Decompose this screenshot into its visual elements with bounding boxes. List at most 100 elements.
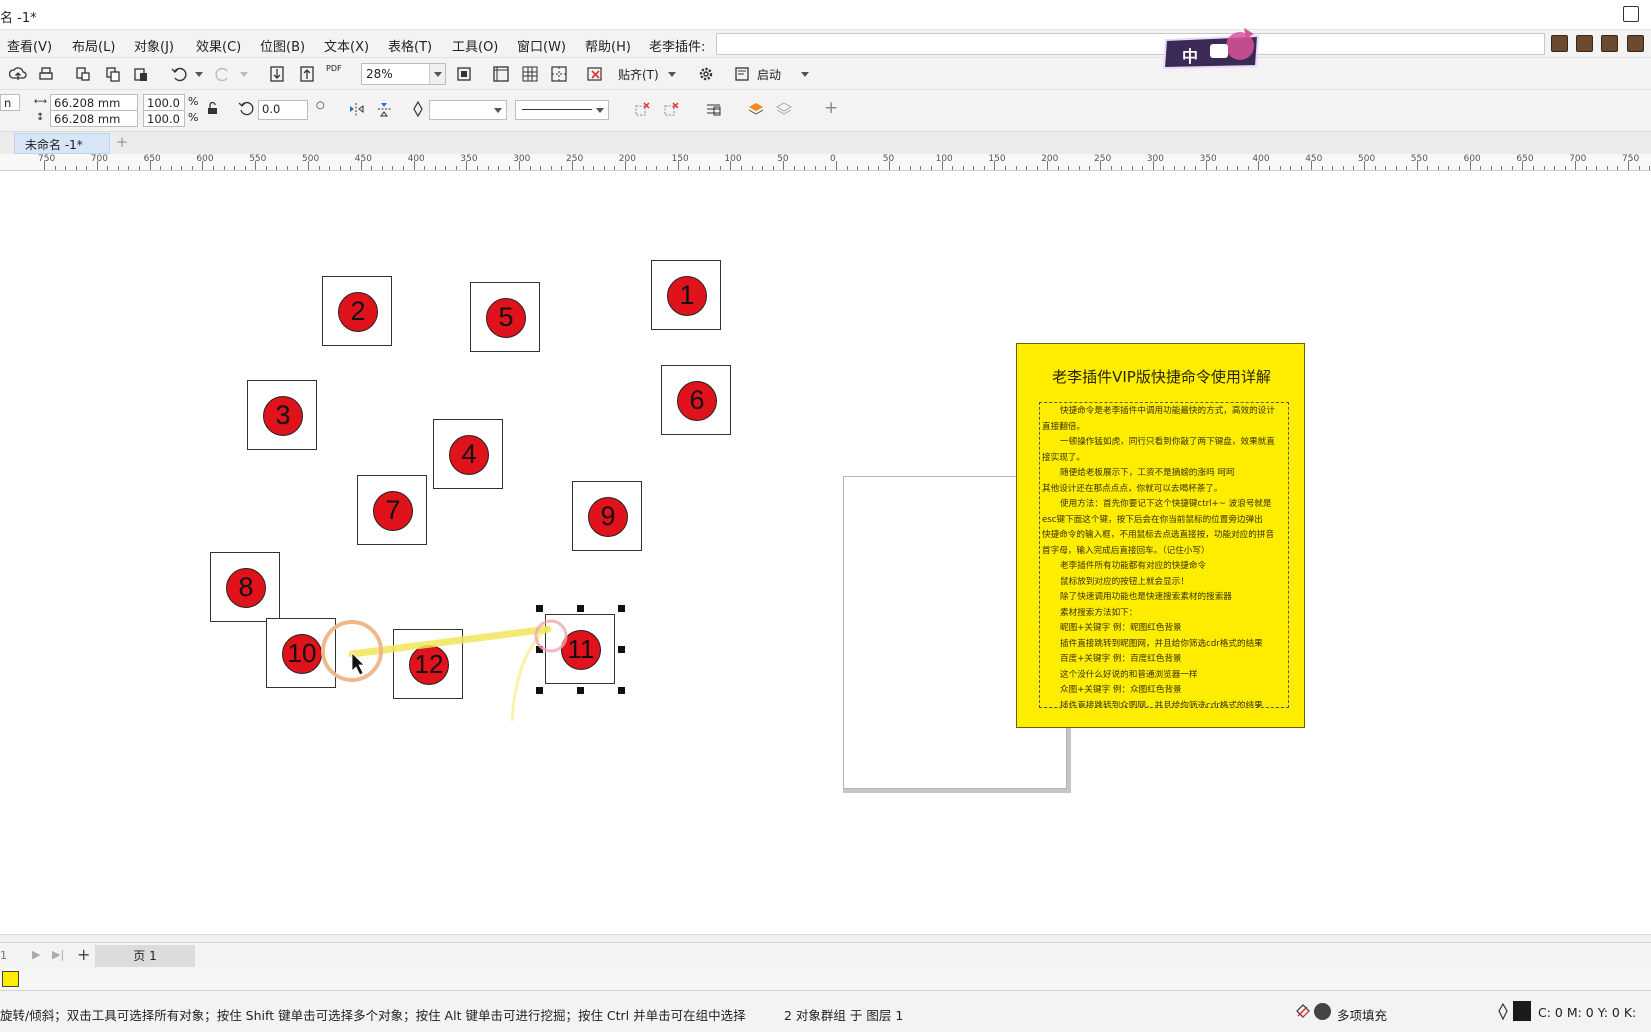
mirror-horizontal-icon[interactable] <box>348 101 365 118</box>
cut-icon[interactable] <box>74 65 92 83</box>
ruler-minor-tick <box>561 166 563 170</box>
drawing-canvas[interactable]: 1 2 3 4 5 6 7 8 9 10 11 12 老李插件VIP版快捷命令使… <box>0 171 1651 934</box>
outline-color-swatch[interactable] <box>1513 1001 1531 1021</box>
redo-icon[interactable] <box>214 65 232 83</box>
paste-icon[interactable] <box>132 65 150 83</box>
new-document-tab-icon[interactable]: + <box>113 135 131 152</box>
object-height-field[interactable]: 66.208 mm <box>50 110 138 127</box>
menu-window[interactable]: 窗口(W) <box>517 36 566 55</box>
page-tab-1[interactable]: 页 1 <box>95 945 195 967</box>
plugin-tool-icon-3[interactable] <box>1601 35 1618 52</box>
show-grid-icon[interactable] <box>521 65 539 83</box>
object-x-field[interactable]: n <box>0 94 20 111</box>
ruler-minor-tick <box>1184 166 1186 170</box>
ruler-label: 300 <box>1146 154 1164 164</box>
menu-text[interactable]: 文本(X) <box>324 36 369 55</box>
ruler-minor-tick <box>1089 166 1091 170</box>
document-tab[interactable]: 未命名 -1* <box>14 133 110 154</box>
show-rulers-icon[interactable] <box>492 65 510 83</box>
plugin-mascot-badge[interactable]: 中 <box>1160 26 1264 72</box>
drag-trail-overlay <box>321 619 568 722</box>
menu-table[interactable]: 表格(T) <box>388 36 432 55</box>
launch-dropdown-icon[interactable] <box>801 72 809 77</box>
ruler-minor-tick <box>1385 166 1387 170</box>
plugin-command-input[interactable] <box>716 33 1545 55</box>
zoom-level-select[interactable]: 28% <box>361 63 446 85</box>
ruler-minor-tick <box>1057 166 1059 170</box>
horizontal-ruler[interactable]: 750 700 650 600 550 500 450 400 350 300 250 200 150 1… <box>0 154 1651 171</box>
ruler-minor-tick <box>86 166 88 170</box>
menu-help[interactable]: 帮助(H) <box>585 36 631 55</box>
zoom-dropdown-button[interactable] <box>429 64 445 84</box>
menu-tools[interactable]: 工具(O) <box>452 36 498 55</box>
next-page-icon[interactable]: ▶ <box>32 948 40 961</box>
cloud-upload-icon[interactable] <box>8 65 27 83</box>
snap-off-icon[interactable] <box>586 65 604 83</box>
scale-y-field[interactable]: 100.0 <box>143 110 185 127</box>
outline-pen-status-icon[interactable] <box>1497 1002 1509 1021</box>
menu-bitmaps[interactable]: 位图(B) <box>260 36 305 55</box>
launch-label[interactable]: 启动 <box>757 66 781 83</box>
plugin-tool-icon-2[interactable] <box>1576 35 1593 52</box>
menu-view[interactable]: 查看(V) <box>7 36 52 55</box>
object-width-field[interactable]: 66.208 mm <box>50 94 138 111</box>
snap-dropdown-icon[interactable] <box>668 72 676 77</box>
add-page-icon[interactable]: + <box>77 945 90 964</box>
full-screen-preview-icon[interactable] <box>455 65 473 83</box>
line-style-select[interactable] <box>515 100 609 120</box>
show-guidelines-icon[interactable] <box>550 65 568 83</box>
to-front-layer-icon[interactable] <box>748 101 765 118</box>
user-account-icon[interactable] <box>1623 6 1639 22</box>
card-line: 众图+关键字 例：众图红色背景 <box>1060 685 1182 695</box>
remove-end-arrow-icon[interactable] <box>663 101 680 118</box>
ruler-label: 250 <box>1094 154 1112 164</box>
print-icon[interactable] <box>37 65 55 83</box>
yellow-color-swatch[interactable] <box>2 971 19 987</box>
ruler-minor-tick <box>1374 166 1376 170</box>
rotation-angle-field[interactable]: 0.0 <box>258 100 308 120</box>
ruler-label: 300 <box>513 154 531 164</box>
ruler-minor-tick <box>139 166 141 170</box>
launch-panel-icon[interactable] <box>733 65 751 83</box>
export-icon[interactable] <box>298 65 316 83</box>
menu-object[interactable]: 对象(J) <box>134 36 174 55</box>
undo-dropdown-icon[interactable] <box>195 72 203 77</box>
menu-effects[interactable]: 效果(C) <box>196 36 241 55</box>
fill-bucket-icon[interactable] <box>1294 1003 1311 1020</box>
export-pdf-icon[interactable]: PDF <box>326 64 344 82</box>
ruler-minor-tick <box>65 166 67 170</box>
ruler-minor-tick <box>117 166 119 170</box>
redo-dropdown-icon[interactable] <box>240 72 248 77</box>
text-wrap-icon[interactable] <box>705 101 722 118</box>
to-back-layer-icon[interactable] <box>775 101 793 118</box>
gear-icon[interactable] <box>697 65 715 83</box>
add-preset-icon[interactable]: + <box>824 98 838 118</box>
outline-width-select[interactable] <box>429 100 507 120</box>
ruler-minor-tick <box>1554 166 1556 170</box>
plugin-instruction-card[interactable]: 老李插件VIP版快捷命令使用详解 快捷命令是老李插件中调用功能最快的方式，高效的… <box>1016 343 1305 728</box>
ruler-minor-tick <box>244 166 246 170</box>
copy-icon[interactable] <box>104 65 122 83</box>
horizontal-scrollbar[interactable] <box>0 934 1651 942</box>
last-page-icon[interactable]: ▶| <box>52 948 64 961</box>
snap-to-label[interactable]: 贴齐(T) <box>618 66 659 83</box>
ruler-label: 150 <box>671 154 689 164</box>
undo-icon[interactable] <box>170 65 188 83</box>
ruler-minor-tick <box>318 166 320 170</box>
import-icon[interactable] <box>268 65 286 83</box>
ruler-minor-tick <box>878 166 880 170</box>
ruler-minor-tick <box>1300 166 1302 170</box>
ruler-label: 600 <box>196 154 214 164</box>
mirror-vertical-icon[interactable] <box>376 101 393 118</box>
lock-ratio-icon[interactable] <box>207 101 218 114</box>
ruler-minor-tick <box>1585 166 1587 170</box>
remove-start-arrow-icon[interactable] <box>634 101 651 118</box>
chevron-down-icon <box>434 72 442 77</box>
ruler-label: 400 <box>407 154 425 164</box>
plugin-tool-icon-1[interactable] <box>1551 35 1568 52</box>
scale-x-field[interactable]: 100.0 <box>143 94 185 111</box>
document-palette <box>0 968 1651 990</box>
ruler-label: 100 <box>935 154 953 164</box>
menu-layout[interactable]: 布局(L) <box>72 36 115 55</box>
plugin-tool-icon-4[interactable] <box>1627 35 1644 52</box>
